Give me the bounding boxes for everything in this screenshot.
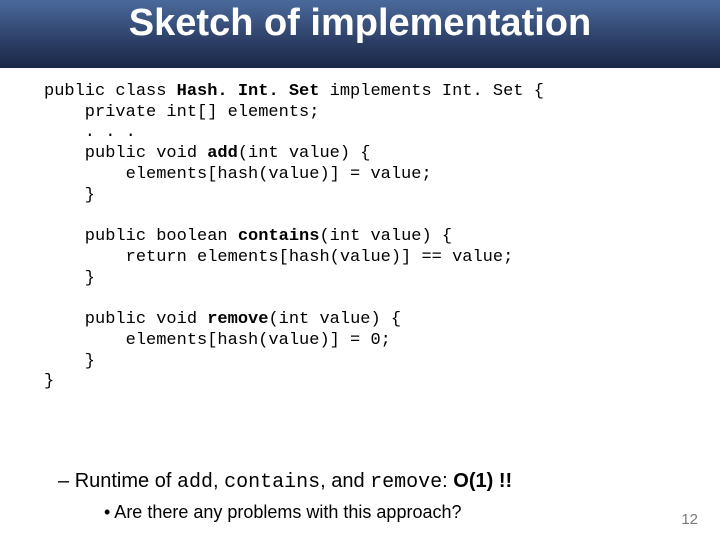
- code-bold: remove: [207, 310, 268, 329]
- code-line: }: [44, 269, 95, 288]
- code-line: implements Int. Set {: [319, 82, 543, 101]
- code-line: public void: [44, 310, 207, 329]
- page-number: 12: [681, 511, 698, 528]
- note-dash: –: [58, 470, 75, 492]
- sub-bullet: • Are there any problems with this appro…: [104, 502, 462, 523]
- runtime-note: – Runtime of add, contains, and remove: …: [58, 470, 512, 494]
- code-line: return elements[hash(value)] == value;: [44, 248, 513, 267]
- note-mono: contains: [224, 471, 320, 494]
- code-line: }: [44, 186, 95, 205]
- code-line: elements[hash(value)] = 0;: [44, 331, 391, 350]
- slide-title: Sketch of implementation: [0, 2, 720, 45]
- note-text: ,: [213, 470, 224, 492]
- code-bold: contains: [238, 227, 320, 246]
- note-mono: add: [177, 471, 213, 494]
- code-line: (int value) {: [319, 227, 452, 246]
- code-line: public class: [44, 82, 177, 101]
- code-line: (int value) {: [268, 310, 401, 329]
- code-blank: [44, 289, 54, 308]
- code-bold: add: [207, 144, 238, 163]
- code-line: }: [44, 352, 95, 371]
- code-blank: [44, 206, 54, 225]
- note-text: Runtime of: [75, 470, 177, 492]
- code-line: (int value) {: [238, 144, 371, 163]
- code-block: public class Hash. Int. Set implements I…: [44, 82, 680, 393]
- note-text: , and: [320, 470, 370, 492]
- code-line: public void: [44, 144, 207, 163]
- slide: Sketch of implementation public class Ha…: [0, 0, 720, 540]
- content-area: public class Hash. Int. Set implements I…: [44, 82, 680, 393]
- note-bigO: O(1) !!: [453, 470, 512, 492]
- code-line: elements[hash(value)] = value;: [44, 165, 432, 184]
- code-bold: Hash. Int. Set: [177, 82, 320, 101]
- code-line: }: [44, 372, 54, 391]
- code-line: private int[] elements;: [44, 103, 319, 122]
- code-line: public boolean: [44, 227, 238, 246]
- code-line: . . .: [44, 123, 136, 142]
- note-text: :: [442, 470, 453, 492]
- note-mono: remove: [370, 471, 442, 494]
